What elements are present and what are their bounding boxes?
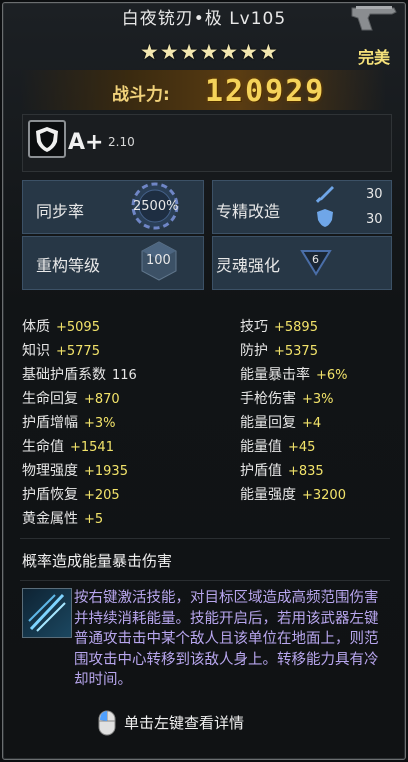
stat-left: 生命值 +1541: [22, 439, 114, 455]
skill-description: 按右键激活技能，对目标区域造成高频范围伤害并持续消耗能量。技能开启后，若用该武器…: [74, 590, 379, 688]
armor-icon: [317, 209, 333, 227]
shield-icon: [28, 120, 66, 158]
stat-left: 生命回复 +870: [22, 391, 120, 407]
stat-left: 知识 +5775: [22, 343, 100, 359]
stat-right: 技巧 +5895: [240, 319, 318, 335]
pistol-icon: [351, 6, 397, 31]
quality-label: 完美: [357, 48, 390, 67]
stat-right: 护盾值 +835: [240, 463, 324, 479]
stat-left: 护盾恢复 +205: [22, 487, 120, 503]
section-divider: [20, 538, 390, 539]
stat-right: 能量暴击率 +6%: [240, 367, 348, 383]
stat-right: 防护 +5375: [240, 343, 318, 359]
stat-right: 能量值 +45: [240, 439, 316, 455]
stat-left: 黄金属性 +5: [22, 511, 104, 527]
specialize-label: 专精改造: [216, 202, 281, 221]
stat-left: 物理强度 +1935: [22, 463, 128, 479]
rank-multiplier: 2.10: [108, 135, 135, 149]
specialize-shield-value: 30: [366, 212, 383, 227]
star-rating: ★★★★★★★: [140, 40, 279, 64]
stat-right: 能量回复 +4: [240, 415, 322, 431]
stat-left: 基础护盾系数 116: [22, 367, 137, 383]
special-effect-title: 概率造成能量暴击伤害: [22, 552, 173, 570]
claw-slash-icon: [22, 588, 72, 638]
stat-right: 手枪伤害 +3%: [240, 391, 334, 407]
section-divider: [20, 580, 390, 581]
click-for-details-hint: 单击左键查看详情: [124, 714, 245, 732]
rebuild-value: 100: [146, 253, 171, 268]
mouse-icon: [98, 710, 116, 736]
rank-grade: A+: [68, 130, 104, 155]
stat-left: 护盾增幅 +3%: [22, 415, 116, 431]
combat-power-value: 120929: [205, 74, 326, 109]
rebuild-label: 重构等级: [36, 256, 101, 275]
specialize-attack-value: 30: [366, 187, 383, 202]
sync-rate-value: 2500%: [133, 199, 179, 214]
weapon-title: 白夜铳刃•极 Lv105: [121, 9, 287, 29]
sync-rate-label: 同步率: [36, 202, 85, 221]
combat-power-banner: [20, 70, 386, 110]
stat-left: 体质 +5095: [22, 319, 100, 335]
stat-right: 能量强度 +3200: [240, 487, 346, 503]
soul-enhance-label: 灵魂强化: [216, 256, 281, 275]
sword-icon: [315, 186, 334, 203]
soul-enhance-value: 6: [312, 253, 319, 266]
combat-power-label: 战斗力:: [112, 85, 170, 105]
